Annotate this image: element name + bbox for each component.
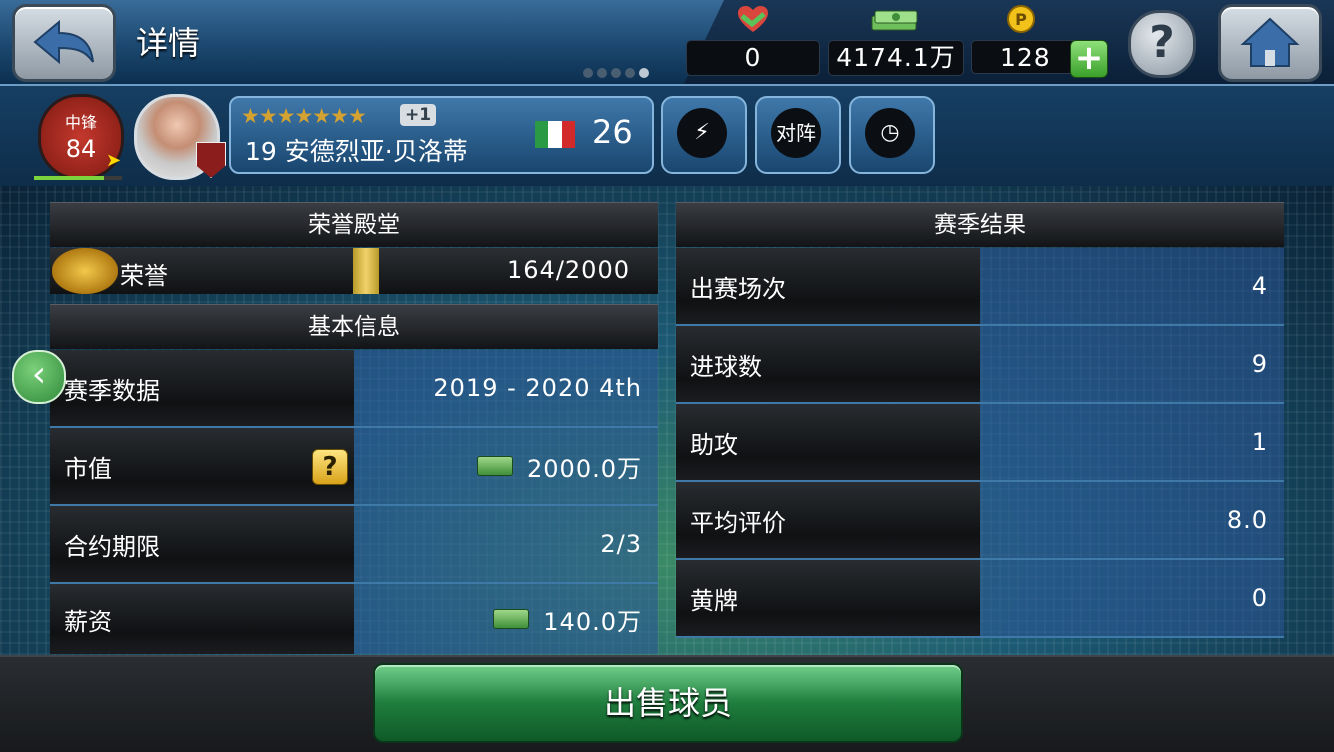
sell-player-button[interactable]: 出售球员 xyxy=(373,663,963,743)
fans-counter: 0 xyxy=(686,40,820,76)
honor-label: 荣誉 xyxy=(120,262,168,290)
info-value: 2000.0万 xyxy=(527,454,642,483)
info-row-market-value: 市值 2000.0万 xyxy=(50,428,658,506)
page-indicator xyxy=(583,68,649,78)
home-button[interactable] xyxy=(1218,4,1322,82)
help-icon: ? xyxy=(1149,17,1175,68)
lineup-button[interactable]: 对阵 xyxy=(755,96,841,174)
stat-row-yellow-cards: 黄牌 0 xyxy=(676,560,1284,638)
lightning-bag-icon: ⚡ xyxy=(677,108,727,158)
page-title: 详情 xyxy=(136,24,201,62)
hall-of-fame-header: 荣誉殿堂 xyxy=(50,202,658,247)
money-counter: 4174.1万 xyxy=(828,40,964,76)
position-label: 中锋 xyxy=(64,113,97,132)
info-row-season: 赛季数据 2019 - 2020 4th xyxy=(50,350,658,428)
stat-value: 4 xyxy=(980,248,1284,324)
chevron-left-icon: ‹ xyxy=(31,354,47,395)
stat-label: 进球数 xyxy=(676,326,980,402)
info-label: 合约期限 xyxy=(50,506,354,582)
info-label: 市值 xyxy=(50,428,354,504)
trophy-player-icon xyxy=(52,248,118,294)
market-value-help-button[interactable]: ? xyxy=(312,449,348,485)
money-icon xyxy=(477,456,514,476)
info-row-salary: 薪资 140.0万 xyxy=(50,584,658,654)
honor-value: 164/2000 xyxy=(507,256,630,284)
player-age: 26 xyxy=(592,113,633,151)
help-button[interactable]: ? xyxy=(1128,10,1196,78)
stat-value: 9 xyxy=(980,326,1284,402)
info-value: 2019 - 2020 4th xyxy=(354,350,658,426)
basic-info-header: 基本信息 xyxy=(50,304,658,349)
stat-row-goals: 进球数 9 xyxy=(676,326,1284,404)
lineup-label: 对阵 xyxy=(771,108,821,158)
info-value-wrap: 140.0万 xyxy=(354,584,658,654)
home-icon xyxy=(1240,17,1300,67)
player-name: 19 安德烈亚·贝洛蒂 xyxy=(245,137,468,166)
honor-progress-bar xyxy=(353,248,379,294)
stat-label: 平均评价 xyxy=(676,482,980,558)
season-results-header: 赛季结果 xyxy=(676,202,1284,247)
plus-icon: + xyxy=(1074,38,1104,78)
player-stars: ★★★★★★★ xyxy=(241,104,367,128)
stat-row-rating: 平均评价 8.0 xyxy=(676,482,1284,560)
star-bonus-badge: +1 xyxy=(400,104,436,126)
coin-p-icon: P xyxy=(1007,5,1035,33)
add-points-button[interactable]: + xyxy=(1070,40,1108,78)
stat-row-assists: 助攻 1 xyxy=(676,404,1284,482)
position-progress-bar xyxy=(34,176,122,180)
info-label: 薪资 xyxy=(50,584,354,654)
money-stack-icon xyxy=(871,10,918,31)
clock-icon: ◷ xyxy=(865,108,915,158)
handshake-icon xyxy=(738,6,768,32)
info-value-wrap: 2000.0万 xyxy=(354,428,658,504)
history-button[interactable]: ◷ xyxy=(849,96,935,174)
fans-value: 0 xyxy=(744,43,762,72)
info-label: 赛季数据 xyxy=(50,350,354,426)
points-value: 128 xyxy=(1000,43,1051,72)
money-icon xyxy=(493,609,530,629)
nationality-flag-icon xyxy=(535,121,575,148)
stat-row-appearances: 出赛场次 4 xyxy=(676,248,1284,326)
stat-value: 1 xyxy=(980,404,1284,480)
upgrade-arrow-icon: ➤ xyxy=(106,150,122,171)
info-value: 2/3 xyxy=(354,506,658,582)
stat-label: 助攻 xyxy=(676,404,980,480)
info-value: 140.0万 xyxy=(543,607,642,636)
back-arrow-icon xyxy=(33,19,94,65)
training-button[interactable]: ⚡ xyxy=(661,96,747,174)
back-button[interactable] xyxy=(12,4,116,82)
stat-label: 出赛场次 xyxy=(676,248,980,324)
stat-value: 8.0 xyxy=(980,482,1284,558)
stat-value: 0 xyxy=(980,560,1284,636)
previous-player-button[interactable]: ‹ xyxy=(12,350,66,404)
info-row-contract: 合约期限 2/3 xyxy=(50,506,658,584)
money-value: 4174.1万 xyxy=(836,43,956,72)
svg-text:P: P xyxy=(1015,10,1027,29)
stat-label: 黄牌 xyxy=(676,560,980,636)
